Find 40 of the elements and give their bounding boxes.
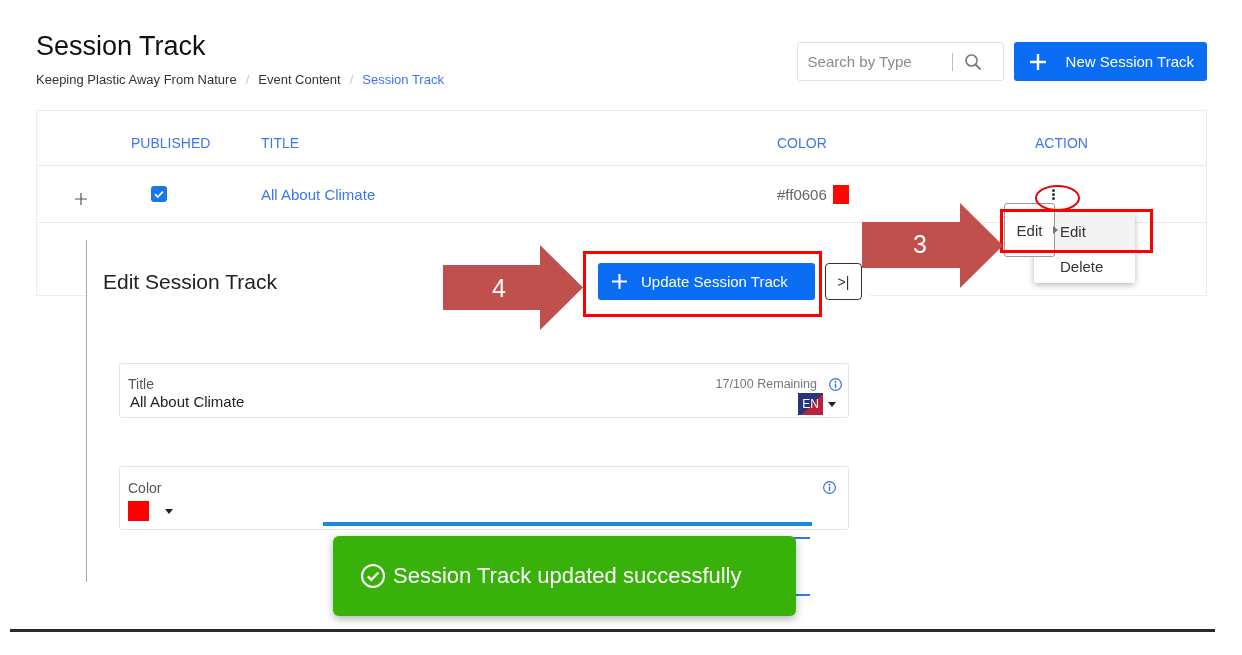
check-circle-icon <box>361 564 385 588</box>
plus-icon <box>612 274 627 289</box>
search-field[interactable]: Search by Type <box>796 42 1004 81</box>
more-icon[interactable] <box>1052 188 1055 200</box>
step-number: 3 <box>913 230 927 258</box>
pointer-icon <box>1053 226 1058 234</box>
breadcrumb-separator: / <box>245 72 250 88</box>
info-icon <box>829 377 842 391</box>
caret-icon[interactable] <box>828 401 836 407</box>
breadcrumb-separator: / <box>349 72 354 88</box>
column-header: ACTION <box>1035 134 1089 151</box>
color-swatch-icon[interactable] <box>128 501 149 521</box>
search-icon[interactable] <box>964 53 981 70</box>
field-value: All About Climate <box>130 393 245 411</box>
character-counter: 17/100 Remaining <box>715 377 817 391</box>
column-header: PUBLISHED <box>131 134 212 151</box>
field-label: Color <box>128 480 163 497</box>
column-header: COLOR <box>777 134 828 151</box>
toast-message: Session Track updated successfully <box>393 563 742 589</box>
breadcrumb-link[interactable]: Event Content <box>258 72 341 88</box>
collapse-button[interactable]: >| <box>825 263 862 300</box>
color-field[interactable]: Color <box>119 466 849 530</box>
plus-icon <box>75 192 87 205</box>
panel-title: Edit Session Track <box>103 269 277 294</box>
column-header: TITLE <box>261 134 301 151</box>
breadcrumb-link[interactable]: Keeping Plastic Away From Nature <box>36 72 237 88</box>
plus-icon <box>1029 53 1046 70</box>
page-title: Session Track <box>36 30 207 62</box>
breadcrumb-link[interactable]: Session Track <box>362 72 444 88</box>
field-label: Title <box>128 376 155 393</box>
search-input[interactable]: Search by Type <box>807 51 948 72</box>
caret-icon[interactable] <box>165 508 173 514</box>
new-session-track-button[interactable]: New Session Track <box>1013 42 1207 81</box>
checkbox[interactable] <box>151 186 167 202</box>
update-button[interactable]: Update Session Track <box>598 263 815 300</box>
color-code: #ff0606 <box>777 185 827 203</box>
title-link[interactable]: All About Climate <box>261 185 376 203</box>
menu-item[interactable]: Edit <box>1055 212 1135 250</box>
step-number: 4 <box>492 274 506 302</box>
info-icon <box>823 481 836 494</box>
